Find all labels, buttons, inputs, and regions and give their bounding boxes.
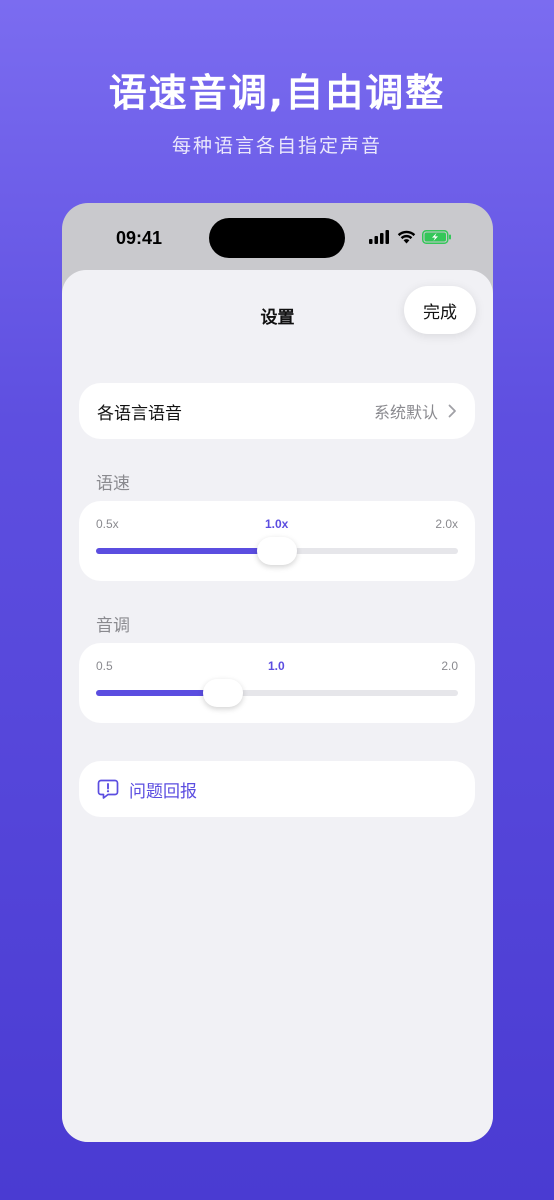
language-voice-value: 系统默认 (373, 403, 438, 422)
speed-section-label: 语速 (96, 474, 130, 494)
wifi-icon (397, 230, 416, 244)
speed-current-label: 1.0x (265, 517, 289, 531)
speed-min-label: 0.5x (96, 517, 119, 531)
feedback-bubble-icon (97, 779, 119, 799)
settings-sheet: 设置 完成 各语言语音 系统默认 语速 0.5x 1.0x 2.0x 音调 0.… (62, 270, 493, 1142)
phone-frame: 09:41 设置 完成 各语言语音 系统默认 语速 0.5x 1.0x 2.0x… (62, 203, 493, 1142)
language-voice-label: 各语言语音 (97, 403, 182, 424)
speed-max-label: 2.0x (435, 517, 458, 531)
feedback-row[interactable]: 问题回报 (79, 761, 475, 817)
done-button[interactable]: 完成 (404, 286, 476, 334)
battery-charging-icon (422, 230, 451, 244)
promo-title: 语速音调,自由调整 (108, 71, 446, 115)
speed-slider-fill (96, 548, 277, 554)
pitch-section-label: 音调 (96, 616, 130, 636)
status-icons (369, 230, 452, 244)
pitch-min-label: 0.5 (96, 659, 113, 673)
dynamic-island (209, 218, 345, 258)
speed-slider[interactable] (96, 537, 458, 565)
status-bar: 09:41 (62, 203, 493, 273)
pitch-slider-thumb[interactable] (202, 679, 243, 707)
pitch-current-label: 1.0 (268, 659, 285, 673)
pitch-slider-card: 0.5 1.0 2.0 (79, 643, 475, 723)
promo-subtitle: 每种语言各自指定声音 (171, 135, 382, 157)
speed-slider-thumb[interactable] (257, 537, 297, 565)
status-time: 09:41 (116, 228, 163, 248)
speed-slider-card: 0.5x 1.0x 2.0x (79, 501, 475, 581)
chevron-right-icon (448, 404, 456, 418)
pitch-max-label: 2.0 (441, 659, 458, 673)
language-voice-row[interactable]: 各语言语音 系统默认 (79, 383, 475, 439)
signal-icon (369, 230, 389, 244)
feedback-label: 问题回报 (129, 781, 197, 802)
pitch-slider[interactable] (96, 679, 458, 707)
